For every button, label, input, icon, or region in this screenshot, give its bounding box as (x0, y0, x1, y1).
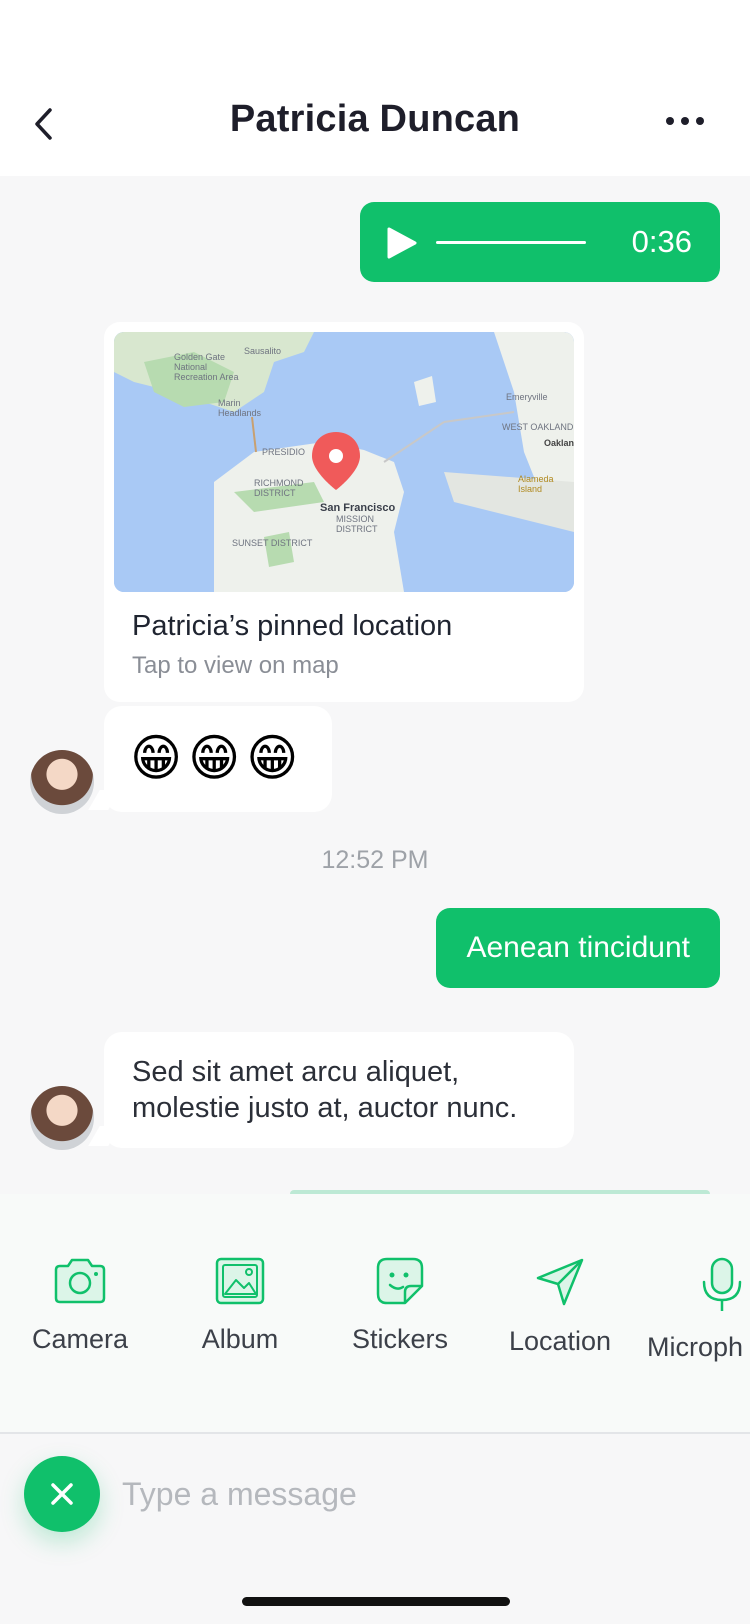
location-arrow-icon (536, 1258, 584, 1306)
close-icon (51, 1483, 73, 1505)
location-message-card[interactable]: Sausalito Golden Gate National Recreatio… (104, 322, 584, 702)
bubble-tail (88, 790, 120, 810)
map-label: PRESIDIO (262, 447, 306, 457)
chat-header: Patricia Duncan (0, 0, 750, 176)
emoji-message-text: 😁😁😁 (130, 730, 305, 786)
tray-item-album[interactable]: Album (160, 1256, 320, 1355)
received-message-bubble: Sed sit amet arcu aliquet, molestie just… (88, 1032, 574, 1148)
camera-icon (54, 1258, 106, 1304)
avatar[interactable] (30, 750, 94, 814)
tray-label: Camera (31, 1324, 129, 1354)
play-icon[interactable] (384, 226, 418, 260)
audio-duration: 0:36 (631, 224, 692, 259)
map-label: Emeryville (506, 392, 548, 402)
more-options-icon[interactable] (666, 112, 714, 136)
map-label: WEST OAKLAND (502, 422, 574, 432)
location-subtitle: Tap to view on map (132, 652, 339, 679)
tray-label: Stickers (351, 1324, 449, 1354)
map-label: MISSION DISTRICT (336, 514, 378, 534)
tray-item-microphone[interactable]: Microph (640, 1256, 750, 1363)
map-label: SUNSET DISTRICT (232, 538, 313, 548)
audio-message-bubble[interactable]: 0:36 (360, 202, 720, 282)
message-input[interactable] (122, 1466, 722, 1522)
map-label: Alameda Island (518, 474, 554, 494)
message-timestamp: 12:52 PM (321, 846, 429, 874)
audio-progress-track[interactable] (436, 241, 586, 244)
map-city-label: San Francisco (320, 502, 396, 514)
sticker-icon (376, 1257, 424, 1305)
map-label: RICHMOND DISTRICT (254, 478, 304, 498)
tray-item-stickers[interactable]: Stickers (320, 1256, 480, 1355)
map-label: Golden Gate National Recreation Area (174, 352, 239, 382)
chat-screen: Patricia Duncan 0:36 Sausalito Golden Ga… (0, 0, 750, 1624)
map-preview[interactable]: Sausalito Golden Gate National Recreatio… (114, 332, 574, 592)
avatar[interactable] (30, 1086, 94, 1150)
sent-message-bubble: Aenean tincidunt (436, 908, 720, 988)
map-label: Oaklan (544, 438, 574, 448)
image-icon (215, 1257, 265, 1305)
tray-label: Location (508, 1326, 612, 1356)
tray-label: Album (201, 1324, 279, 1354)
home-indicator[interactable] (242, 1597, 510, 1606)
bubble-tail (88, 1126, 120, 1146)
composer-divider (0, 1432, 750, 1434)
tray-item-location[interactable]: Location (480, 1256, 640, 1357)
emoji-message-bubble: 😁😁😁 (88, 706, 332, 812)
close-attachments-button[interactable] (24, 1456, 100, 1532)
tray-label: Microph (647, 1332, 744, 1362)
tray-item-camera[interactable]: Camera (0, 1256, 160, 1355)
map-label: Sausalito (244, 346, 282, 356)
location-title: Patricia’s pinned location (132, 610, 453, 642)
microphone-icon (702, 1257, 742, 1311)
map-label: Marin Headlands (218, 398, 262, 418)
received-message-text: Sed sit amet arcu aliquet, molestie just… (132, 1056, 518, 1124)
page-title: Patricia Duncan (229, 98, 521, 140)
